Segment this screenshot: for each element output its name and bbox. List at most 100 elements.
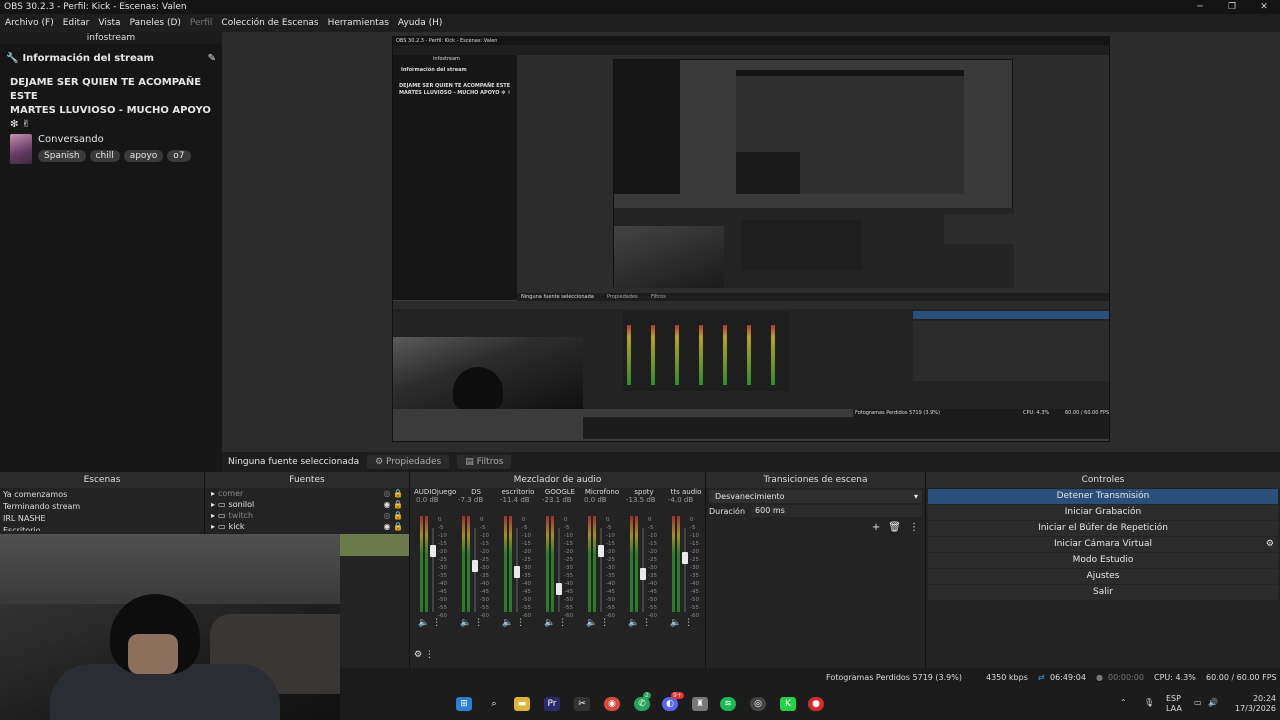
- infostream-dock-title[interactable]: infostream: [0, 32, 222, 44]
- properties-button[interactable]: ⚙ Propiedades: [367, 455, 450, 469]
- minimize-button[interactable]: ─: [1184, 0, 1216, 14]
- db-scale-tick: -15: [648, 541, 657, 547]
- whatsapp-icon[interactable]: ✆: [634, 697, 650, 711]
- kick-icon[interactable]: K: [780, 697, 796, 711]
- volume-fader[interactable]: [684, 528, 686, 612]
- volume-slider-knob[interactable]: [514, 565, 520, 578]
- microphone-icon[interactable]: 🎙: [1144, 698, 1154, 708]
- expand-icon[interactable]: ▸: [211, 499, 215, 510]
- source-item[interactable]: ▸ ▭ sonilol ◉ 🔒: [205, 499, 409, 510]
- eye-hidden-icon[interactable]: ◎ 🔒: [384, 510, 403, 521]
- menu-help[interactable]: Ayuda (H): [398, 14, 442, 32]
- volume-fader[interactable]: [600, 528, 602, 612]
- studio-mode-button[interactable]: Modo Estudio: [928, 553, 1278, 568]
- nested-title-bar: OBS 30.2.3 - Perfil: Kick - Escenas: Val…: [393, 37, 1109, 45]
- menu-dots-icon[interactable]: ⋮: [471, 618, 483, 628]
- speaker-icon[interactable]: 🔈: [586, 618, 597, 628]
- menu-dots-icon[interactable]: ⋮: [681, 618, 693, 628]
- speaker-icon[interactable]: 🔈: [460, 618, 471, 628]
- db-scale-tick: -20: [606, 549, 615, 555]
- menu-profile[interactable]: Perfil: [190, 14, 213, 32]
- add-icon[interactable]: +: [872, 522, 880, 533]
- expand-icon[interactable]: ▸: [211, 521, 215, 532]
- volume-slider-knob[interactable]: [430, 544, 436, 557]
- db-scale-tick: -45: [606, 589, 615, 595]
- premiere-icon[interactable]: Pr: [544, 697, 560, 711]
- volume-fader[interactable]: [558, 528, 560, 612]
- speaker-icon[interactable]: 🔈: [502, 618, 513, 628]
- menu-dots-icon[interactable]: ⋮: [429, 618, 441, 628]
- menu-dots-icon[interactable]: ⋮: [639, 618, 651, 628]
- chrome-icon[interactable]: ◉: [604, 697, 620, 711]
- eye-icon[interactable]: ◉ 🔒: [384, 499, 403, 510]
- maximize-button[interactable]: ❐: [1216, 0, 1248, 14]
- volume-slider-knob[interactable]: [640, 568, 646, 581]
- speaker-icon[interactable]: 🔈: [544, 618, 555, 628]
- expand-icon[interactable]: ▸: [211, 510, 215, 521]
- trash-icon[interactable]: 🗑: [888, 522, 901, 533]
- exit-button[interactable]: Salir: [928, 585, 1278, 600]
- menu-view[interactable]: Vista: [98, 14, 120, 32]
- network-icon[interactable]: ▭: [1194, 698, 1202, 708]
- gear-icon[interactable]: ⚙: [1266, 537, 1274, 552]
- discord-icon[interactable]: ◐: [662, 697, 678, 711]
- menu-scene-collection[interactable]: Colección de Escenas: [221, 14, 318, 32]
- menu-dots-icon[interactable]: ⋮: [513, 618, 525, 628]
- spotify-icon[interactable]: ≋: [720, 697, 736, 711]
- volume-icon[interactable]: 🔊: [1208, 698, 1218, 708]
- speaker-icon[interactable]: 🔈: [628, 618, 639, 628]
- db-scale-tick: -25: [648, 557, 657, 563]
- start-recording-button[interactable]: Iniciar Grabación: [928, 505, 1278, 520]
- scene-item[interactable]: IRL NASHE: [0, 513, 204, 525]
- whatsapp-badge: 2: [643, 692, 651, 699]
- windows-start-icon[interactable]: ⊞: [456, 697, 472, 711]
- menu-docks[interactable]: Paneles (D): [130, 14, 181, 32]
- capcut-icon[interactable]: ✂: [574, 697, 590, 711]
- close-button[interactable]: ✕: [1248, 0, 1280, 14]
- source-item[interactable]: ▸ ▭ kick ◉ 🔒: [205, 521, 409, 532]
- clock[interactable]: 20:24 17/3/2026: [1228, 694, 1276, 714]
- app-icon[interactable]: ♜: [692, 697, 708, 711]
- volume-slider-knob[interactable]: [556, 582, 562, 595]
- scene-item[interactable]: Escritorio: [0, 525, 204, 531]
- volume-slider-knob[interactable]: [598, 544, 604, 557]
- speaker-icon[interactable]: 🔈: [670, 618, 681, 628]
- db-scale-tick: -50: [438, 597, 447, 603]
- menu-dots-icon[interactable]: ⋮: [597, 618, 609, 628]
- stop-streaming-button[interactable]: Detener Transmisión: [928, 489, 1278, 504]
- tray-chevron-icon[interactable]: ⌃: [1120, 698, 1127, 708]
- channel-name: tts audio: [670, 488, 702, 496]
- menu-file[interactable]: Archivo (F): [5, 14, 54, 32]
- speaker-icon[interactable]: 🔈: [418, 618, 429, 628]
- transition-select[interactable]: Desvanecimiento ▾: [709, 490, 922, 503]
- search-icon[interactable]: ⌕: [486, 697, 502, 711]
- menu-dots-icon[interactable]: ⋮: [555, 618, 567, 628]
- preview-canvas[interactable]: OBS 30.2.3 - Perfil: Kick - Escenas: Val…: [392, 36, 1110, 442]
- volume-fader[interactable]: [432, 528, 434, 612]
- menu-dots-icon[interactable]: ⋮: [909, 522, 919, 533]
- menu-edit[interactable]: Editar: [63, 14, 90, 32]
- file-explorer-icon[interactable]: ▬: [514, 697, 530, 711]
- menu-tools[interactable]: Herramientas: [328, 14, 389, 32]
- eye-hidden-icon[interactable]: ◎ 🔒: [384, 488, 403, 499]
- db-scale-tick: -25: [606, 557, 615, 563]
- start-replay-buffer-button[interactable]: Iniciar el Búfer de Repetición: [928, 521, 1278, 536]
- duration-row: Duración 600 ms: [709, 505, 922, 517]
- record-app-icon[interactable]: ●: [808, 697, 824, 711]
- mixer-settings-icon[interactable]: ⚙ ⋮: [414, 650, 434, 660]
- filters-button[interactable]: ▤ Filtros: [457, 455, 512, 469]
- language-indicator[interactable]: ESP LAA: [1166, 694, 1182, 714]
- scene-item[interactable]: Ya comenzamos: [0, 489, 204, 501]
- db-scale-tick: -10: [522, 533, 531, 539]
- obs-icon[interactable]: ◎: [750, 697, 766, 711]
- eye-icon[interactable]: ◉ 🔒: [384, 521, 403, 532]
- volume-slider-knob[interactable]: [472, 559, 478, 572]
- scene-item[interactable]: Terminando stream: [0, 501, 204, 513]
- source-item[interactable]: ▸ comer ◎ 🔒: [205, 488, 409, 499]
- source-item[interactable]: ▸ ▭ twitch ◎ 🔒: [205, 510, 409, 521]
- start-virtual-camera-button[interactable]: Iniciar Cámara Virtual ⚙: [928, 537, 1278, 552]
- duration-input[interactable]: 600 ms: [751, 505, 922, 517]
- volume-slider-knob[interactable]: [682, 551, 688, 564]
- pencil-icon[interactable]: ✎: [208, 53, 216, 64]
- settings-button[interactable]: Ajustes: [928, 569, 1278, 584]
